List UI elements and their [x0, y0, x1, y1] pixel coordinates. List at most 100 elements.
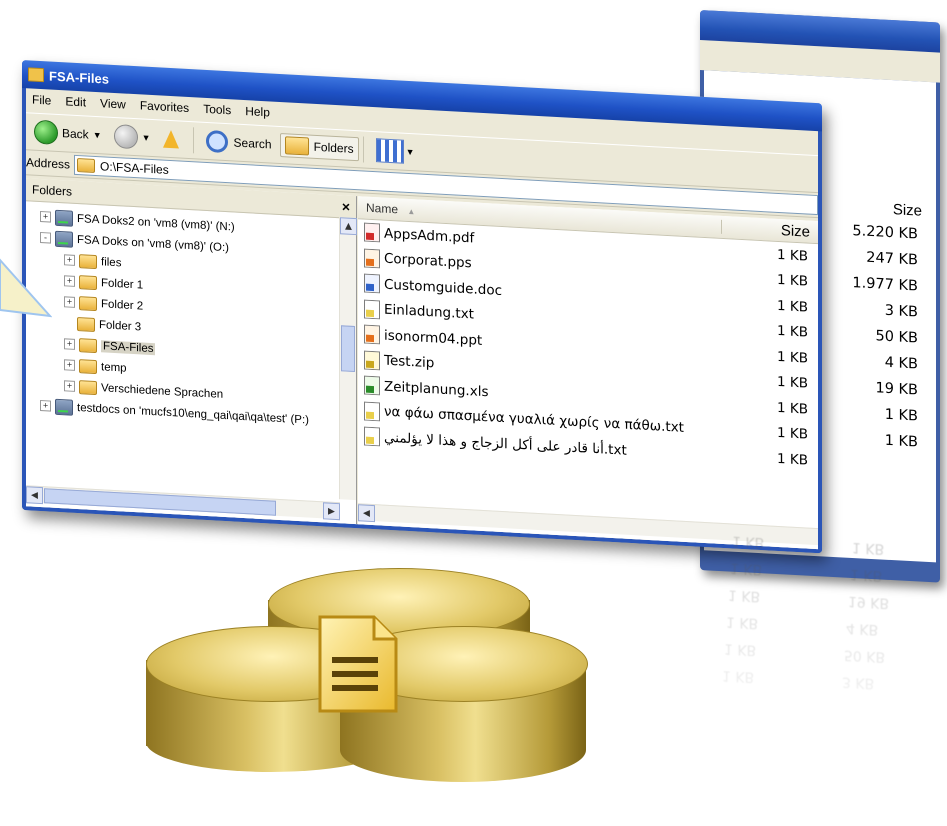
txt-file-icon	[364, 401, 380, 422]
menu-tools[interactable]: Tools	[203, 102, 231, 118]
sort-up-icon: ▲	[407, 206, 416, 217]
folder-icon	[79, 337, 97, 353]
callout-pointer-icon	[0, 258, 52, 318]
forward-arrow-icon	[113, 123, 138, 150]
views-icon	[375, 138, 404, 164]
chevron-down-icon[interactable]: ▼	[142, 132, 151, 142]
search-label: Search	[233, 135, 272, 152]
file-size: 1 KB	[777, 425, 808, 443]
back-arrow-icon	[34, 119, 58, 145]
tree-node-label: temp	[101, 360, 127, 375]
reflection-size: 1 KB	[728, 586, 761, 605]
expand-icon[interactable]: +	[64, 338, 75, 350]
reflection-size: 3 KB	[842, 673, 875, 692]
address-label: Address	[26, 155, 71, 172]
address-value: O:\FSA-Files	[100, 159, 169, 177]
folder-icon	[79, 274, 97, 290]
back-window-file-size: 1 KB	[884, 432, 918, 451]
folder-icon	[79, 295, 97, 311]
menu-edit[interactable]: Edit	[65, 94, 86, 109]
doc-file-icon	[364, 273, 380, 294]
up-button[interactable]	[159, 127, 189, 151]
back-button[interactable]: Back ▼	[30, 117, 106, 149]
tree-node-label: Folder 1	[101, 276, 144, 292]
file-name: Customguide.doc	[384, 276, 503, 299]
reflection-size: 19 KB	[848, 592, 890, 611]
back-label: Back	[62, 126, 89, 142]
tree-node-label: files	[101, 255, 122, 269]
file-name: AppsAdm.pdf	[384, 225, 475, 247]
reflection-size: 1 KB	[724, 640, 757, 658]
explorer-window: FSA-Files File Edit View Favorites Tools…	[22, 60, 822, 554]
expand-icon[interactable]: +	[64, 275, 75, 287]
collapse-icon[interactable]: -	[40, 231, 51, 244]
tree-node-label: Folder 3	[99, 318, 142, 333]
reflection-size: 1 KB	[730, 559, 763, 578]
folders-pane-title: Folders	[32, 182, 73, 199]
folder-tree: + FSA Doks2 on 'vm8 (vm8)' (N:) - FSA Doks …	[26, 201, 356, 433]
xls-file-icon	[364, 375, 380, 396]
tree-node-label: Verschiedene Sprachen	[101, 381, 224, 401]
expand-icon[interactable]: +	[40, 399, 51, 412]
file-size: 1 KB	[777, 246, 808, 265]
forward-button[interactable]: ▼	[110, 122, 155, 152]
toolbar-separator	[192, 127, 194, 154]
reflection-size: 1 KB	[726, 613, 759, 631]
column-name-label: Name	[366, 200, 399, 217]
zip-file-icon	[364, 350, 380, 371]
file-name: Einladung.txt	[384, 301, 474, 323]
file-name: Test.zip	[384, 352, 435, 372]
scrollbar-thumb[interactable]	[341, 325, 355, 373]
chevron-down-icon[interactable]: ▼	[406, 147, 415, 157]
txt-file-icon	[364, 426, 380, 447]
reflection-size: 1 KB	[852, 538, 885, 557]
pps-file-icon	[364, 324, 380, 345]
screenshot-scene: FSA-Files File Edit View Favorites Tools…	[0, 0, 947, 826]
file-size: 1 KB	[777, 348, 808, 367]
file-size: 1 KB	[777, 374, 808, 392]
column-size[interactable]: Size	[722, 218, 818, 241]
reflection-size: 1 KB	[850, 565, 883, 584]
up-arrow-icon	[162, 129, 179, 149]
folders-icon	[284, 136, 309, 156]
network-drive-icon	[55, 398, 73, 416]
pps-file-icon	[364, 248, 380, 269]
expand-icon[interactable]: +	[40, 210, 51, 223]
menu-help[interactable]: Help	[245, 104, 270, 119]
folder-icon	[79, 253, 97, 269]
expand-icon[interactable]: +	[64, 296, 75, 308]
reflection-size: 4 KB	[846, 619, 879, 638]
menu-view[interactable]: View	[100, 96, 126, 111]
folder-icon	[77, 316, 95, 332]
folder-icon	[79, 379, 97, 395]
back-window-size-column: Size 5.220 KB 247 KB 1.977 KB 3 KB 50 KB 4 KB…	[832, 198, 932, 461]
toolbar-separator	[362, 136, 364, 163]
tree-node-label: FSA-Files	[101, 339, 156, 355]
file-size: 1 KB	[777, 272, 808, 290]
network-drive-icon	[55, 209, 73, 227]
folders-vertical-scrollbar[interactable]: ▲	[339, 217, 357, 501]
search-button[interactable]: Search	[202, 128, 276, 158]
reflection-size: 1 KB	[722, 667, 755, 685]
tree-node-label: Folder 2	[101, 297, 144, 313]
file-name: Zeitplanung.xls	[384, 378, 489, 401]
expand-icon[interactable]: +	[64, 380, 75, 392]
chevron-down-icon[interactable]: ▼	[93, 130, 102, 140]
folders-button[interactable]: Folders	[279, 132, 359, 162]
expand-icon[interactable]: +	[64, 254, 75, 266]
menu-favorites[interactable]: Favorites	[140, 98, 189, 115]
document-icon	[318, 615, 398, 713]
reflection-size: 1 KB	[732, 532, 765, 551]
close-icon[interactable]: ×	[342, 198, 350, 214]
pdf-file-icon	[364, 222, 380, 243]
expand-icon[interactable]: +	[64, 359, 75, 371]
file-name: Corporat.pps	[384, 250, 472, 272]
file-size: 1 KB	[777, 450, 808, 469]
file-size: 1 KB	[777, 297, 808, 316]
reflection-size: 50 KB	[844, 646, 886, 665]
file-list: AppsAdm.pdf 1 KB Corporat.pps 1 KB Customgui…	[358, 219, 818, 473]
views-button[interactable]: ▼	[372, 136, 419, 167]
scroll-up-icon[interactable]: ▲	[340, 217, 357, 236]
txt-file-icon	[364, 299, 380, 320]
menu-file[interactable]: File	[32, 93, 51, 108]
